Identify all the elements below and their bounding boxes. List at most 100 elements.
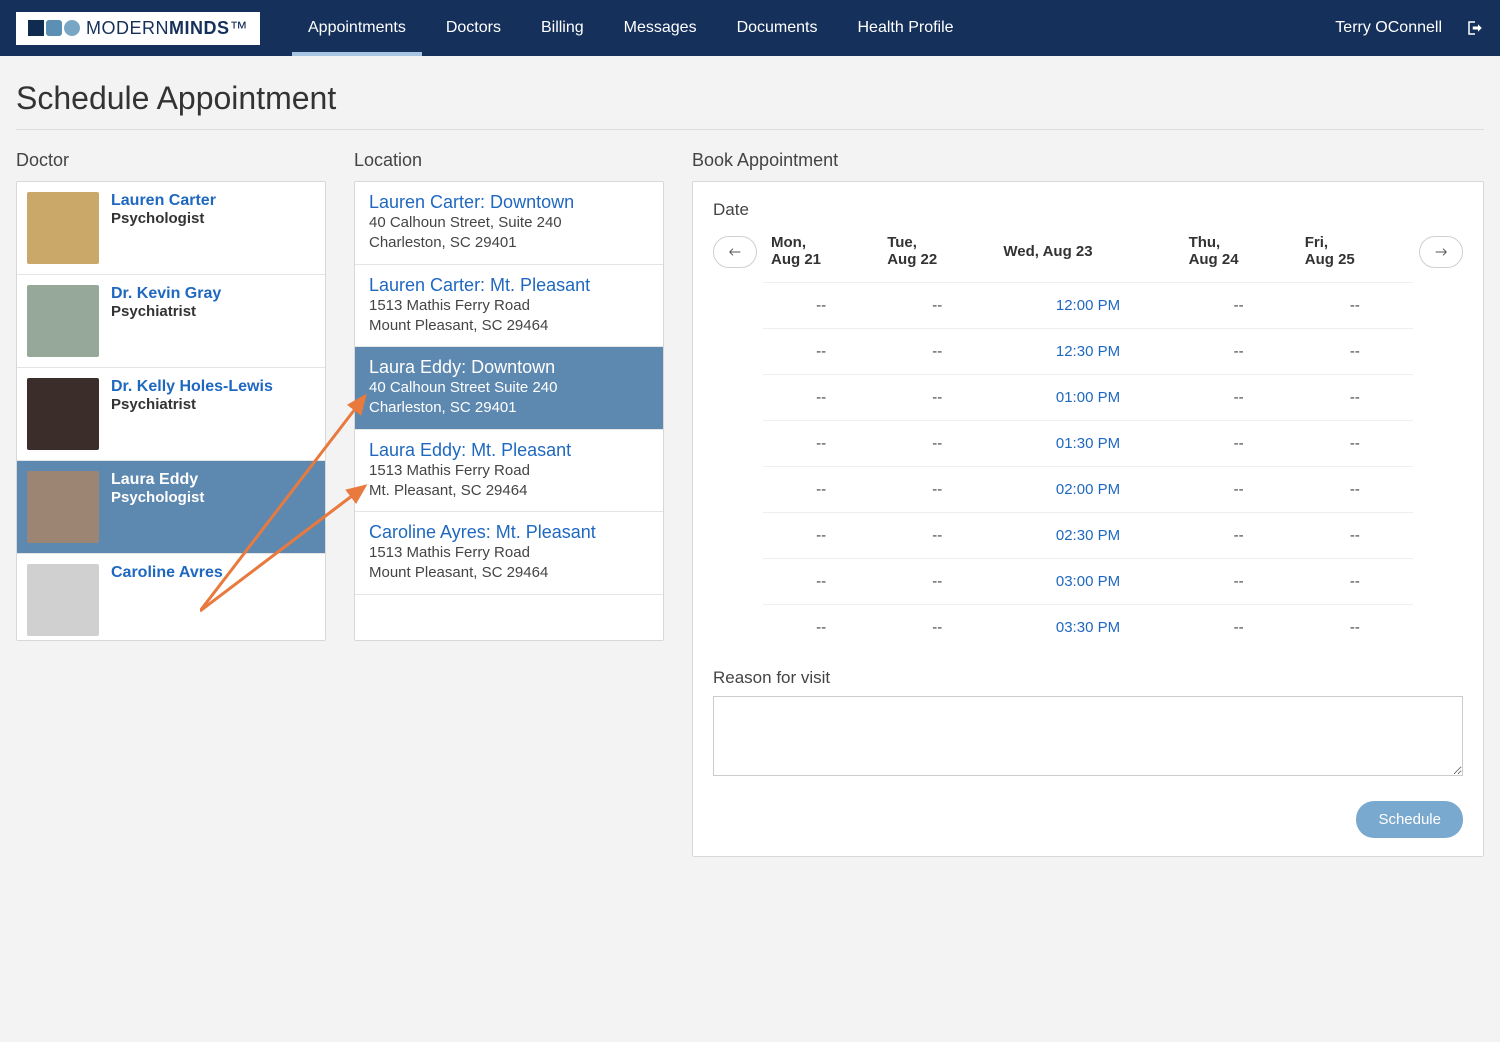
doctor-item[interactable]: Dr. Kelly Holes-LewisPsychiatrist: [17, 368, 325, 461]
reason-textarea[interactable]: [713, 696, 1463, 776]
avatar: [27, 285, 99, 357]
time-empty: --: [763, 559, 879, 605]
doctor-name: Dr. Kelly Holes-Lewis: [111, 378, 273, 396]
brand-text: MODERNMINDS™: [86, 18, 248, 39]
time-empty: --: [1181, 375, 1297, 421]
doctor-name: Caroline Avres: [111, 564, 223, 582]
time-empty: --: [1297, 375, 1413, 421]
location-item[interactable]: Lauren Carter: Downtown40 Calhoun Street…: [355, 182, 663, 265]
time-empty: --: [1297, 513, 1413, 559]
time-empty: --: [1297, 605, 1413, 651]
day-header: Mon,Aug 21: [763, 228, 879, 283]
day-header: Wed, Aug 23: [995, 228, 1180, 283]
time-empty: --: [1181, 513, 1297, 559]
prev-week-button[interactable]: [713, 236, 757, 268]
logout-icon[interactable]: [1466, 19, 1484, 37]
nav-appointments[interactable]: Appointments: [292, 1, 422, 55]
time-empty: --: [763, 605, 879, 651]
time-empty: --: [763, 283, 879, 329]
time-table: Mon,Aug 21Tue,Aug 22Wed, Aug 23Thu,Aug 2…: [763, 228, 1413, 650]
time-empty: --: [1297, 559, 1413, 605]
location-address: 40 Calhoun Street, Suite 240Charleston, …: [369, 213, 649, 254]
doctor-name: Lauren Carter: [111, 192, 216, 210]
time-empty: --: [1181, 605, 1297, 651]
doctor-item[interactable]: Laura EddyPsychologist: [17, 461, 325, 554]
avatar: [27, 471, 99, 543]
avatar: [27, 564, 99, 636]
time-grid-scroll[interactable]: Mon,Aug 21Tue,Aug 22Wed, Aug 23Thu,Aug 2…: [763, 228, 1413, 668]
nav-documents[interactable]: Documents: [721, 1, 834, 55]
doctor-title: Psychiatrist: [111, 303, 221, 320]
doctor-title: Psychologist: [111, 210, 216, 227]
location-address: 1513 Mathis Ferry RoadMount Pleasant, SC…: [369, 543, 649, 584]
time-empty: --: [1297, 329, 1413, 375]
next-week-button[interactable]: [1419, 236, 1463, 268]
time-slot[interactable]: 03:00 PM: [995, 559, 1180, 605]
time-empty: --: [763, 421, 879, 467]
reason-label: Reason for visit: [713, 668, 1463, 688]
navbar: MODERNMINDS™ AppointmentsDoctorsBillingM…: [0, 0, 1500, 56]
doctor-item[interactable]: Lauren CarterPsychologist: [17, 182, 325, 275]
time-empty: --: [879, 559, 995, 605]
time-empty: --: [879, 467, 995, 513]
time-empty: --: [1297, 421, 1413, 467]
time-empty: --: [879, 605, 995, 651]
time-empty: --: [763, 329, 879, 375]
logo-icon: [28, 20, 80, 36]
location-item[interactable]: Caroline Ayres: Mt. Pleasant1513 Mathis …: [355, 512, 663, 595]
doctor-name: Dr. Kevin Gray: [111, 285, 221, 303]
location-item[interactable]: Laura Eddy: Mt. Pleasant1513 Mathis Ferr…: [355, 430, 663, 513]
time-empty: --: [1181, 421, 1297, 467]
time-empty: --: [763, 467, 879, 513]
book-label: Book Appointment: [692, 150, 1484, 171]
nav-billing[interactable]: Billing: [525, 1, 600, 55]
doctor-label: Doctor: [16, 150, 326, 171]
day-header: Thu,Aug 24: [1181, 228, 1297, 283]
doctor-list[interactable]: Lauren CarterPsychologistDr. Kevin GrayP…: [16, 181, 326, 641]
location-item[interactable]: Lauren Carter: Mt. Pleasant1513 Mathis F…: [355, 265, 663, 348]
time-slot[interactable]: 02:30 PM: [995, 513, 1180, 559]
location-label: Location: [354, 150, 664, 171]
avatar: [27, 378, 99, 450]
time-empty: --: [763, 513, 879, 559]
schedule-button[interactable]: Schedule: [1356, 801, 1463, 838]
location-address: 40 Calhoun Street Suite 240Charleston, S…: [369, 378, 649, 419]
time-slot[interactable]: 03:30 PM: [995, 605, 1180, 651]
doctor-item[interactable]: Caroline Avres: [17, 554, 325, 641]
time-empty: --: [879, 513, 995, 559]
location-name: Caroline Ayres: Mt. Pleasant: [369, 522, 649, 543]
user-name[interactable]: Terry OConnell: [1335, 19, 1442, 37]
time-empty: --: [1297, 283, 1413, 329]
nav-health-profile[interactable]: Health Profile: [842, 1, 970, 55]
date-label: Date: [713, 200, 1463, 220]
location-address: 1513 Mathis Ferry RoadMt. Pleasant, SC 2…: [369, 461, 649, 502]
doctor-item[interactable]: Dr. Kevin GrayPsychiatrist: [17, 275, 325, 368]
location-list[interactable]: Lauren Carter: Downtown40 Calhoun Street…: [354, 181, 664, 641]
time-empty: --: [879, 329, 995, 375]
time-slot[interactable]: 12:30 PM: [995, 329, 1180, 375]
location-item[interactable]: Laura Eddy: Downtown40 Calhoun Street Su…: [355, 347, 663, 430]
page-title: Schedule Appointment: [16, 80, 1484, 117]
time-slot[interactable]: 01:30 PM: [995, 421, 1180, 467]
brand-logo[interactable]: MODERNMINDS™: [16, 12, 260, 45]
doctor-title: Psychologist: [111, 489, 204, 506]
time-empty: --: [1297, 467, 1413, 513]
location-name: Lauren Carter: Mt. Pleasant: [369, 275, 649, 296]
time-empty: --: [1181, 559, 1297, 605]
time-empty: --: [763, 375, 879, 421]
nav-doctors[interactable]: Doctors: [430, 1, 517, 55]
nav-messages[interactable]: Messages: [608, 1, 713, 55]
avatar: [27, 192, 99, 264]
time-empty: --: [1181, 467, 1297, 513]
time-empty: --: [879, 421, 995, 467]
doctor-name: Laura Eddy: [111, 471, 204, 489]
location-name: Laura Eddy: Mt. Pleasant: [369, 440, 649, 461]
time-slot[interactable]: 02:00 PM: [995, 467, 1180, 513]
time-slot[interactable]: 12:00 PM: [995, 283, 1180, 329]
location-name: Laura Eddy: Downtown: [369, 357, 649, 378]
day-header: Fri,Aug 25: [1297, 228, 1413, 283]
time-slot[interactable]: 01:00 PM: [995, 375, 1180, 421]
time-empty: --: [879, 283, 995, 329]
location-address: 1513 Mathis Ferry RoadMount Pleasant, SC…: [369, 296, 649, 337]
day-header: Tue,Aug 22: [879, 228, 995, 283]
